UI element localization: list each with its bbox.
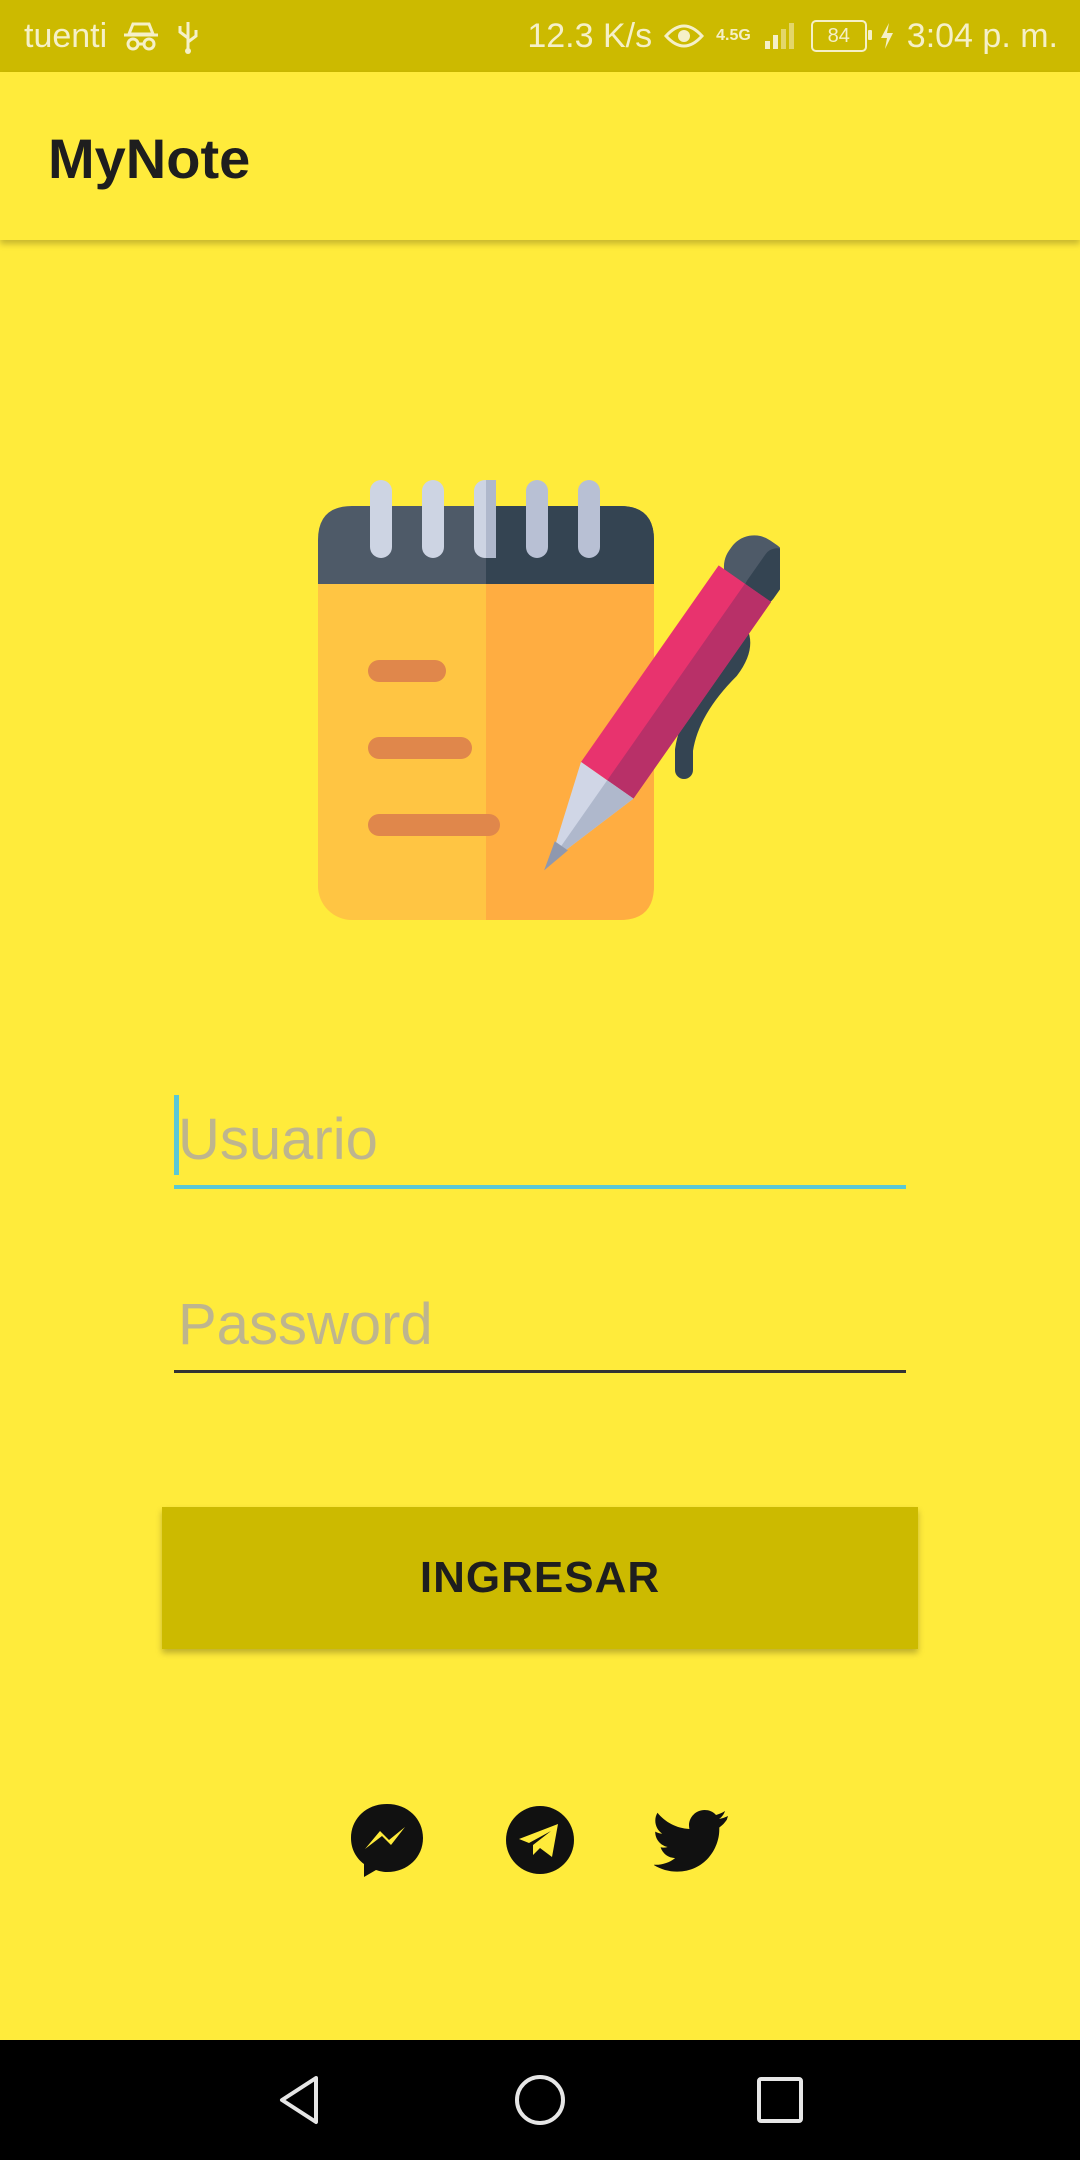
login-button[interactable]: INGRESAR: [162, 1507, 918, 1649]
navigation-bar: [0, 2040, 1080, 2160]
usb-icon: [175, 18, 201, 54]
password-field[interactable]: [174, 1280, 906, 1373]
back-icon[interactable]: [260, 2060, 340, 2140]
battery-indicator: 84: [810, 20, 872, 52]
recents-icon[interactable]: [740, 2060, 820, 2140]
eye-icon: [664, 22, 705, 50]
status-right: 12.3 K/s 4.5G 84 3:04 p. m.: [527, 0, 1058, 72]
status-left: tuenti: [24, 0, 201, 72]
incognito-icon: [121, 20, 161, 52]
status-bar: tuenti 12.3 K/s 4.5G 84 3:04 p. m.: [0, 0, 1080, 72]
clock: 3:04 p. m.: [906, 16, 1058, 55]
carrier-label: tuenti: [24, 16, 108, 55]
charging-icon: [879, 21, 895, 51]
home-icon[interactable]: [500, 2060, 580, 2140]
username-field[interactable]: [174, 1095, 906, 1189]
username-input[interactable]: [174, 1099, 906, 1185]
telegram-icon[interactable]: [500, 1800, 580, 1880]
signal-icon: [763, 21, 799, 51]
network-speed: 12.3 K/s: [527, 16, 653, 55]
text-cursor: [174, 1095, 179, 1175]
password-input[interactable]: [174, 1284, 906, 1370]
notepad-pen-icon: [318, 480, 780, 920]
app-title: MyNote: [48, 127, 251, 190]
app-bar: MyNote: [0, 72, 1080, 240]
twitter-icon[interactable]: [652, 1800, 732, 1880]
messenger-icon[interactable]: [347, 1800, 427, 1880]
network-type: 4.5G: [716, 27, 751, 44]
